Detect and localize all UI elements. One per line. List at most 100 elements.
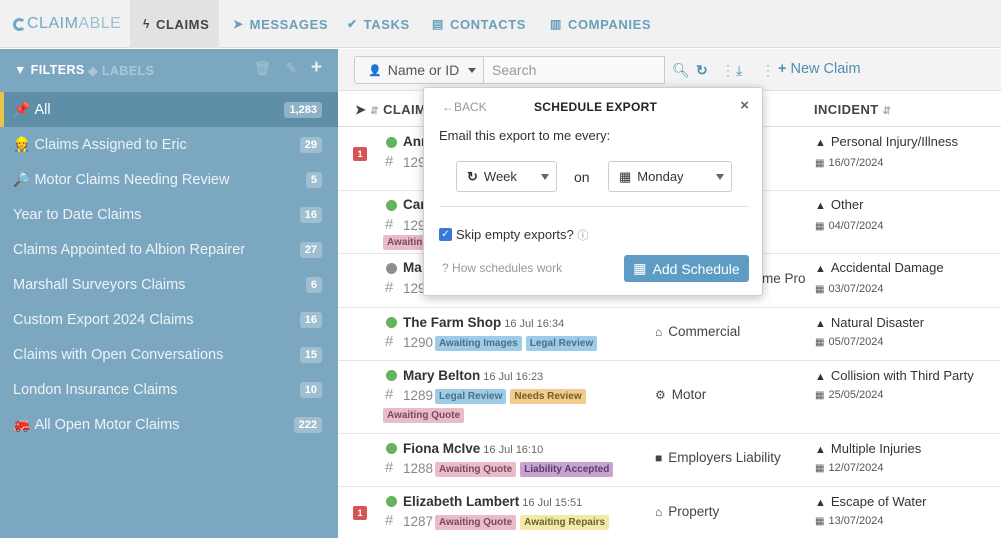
sidebar-item-label: Claims Appointed to Albion Repairer xyxy=(13,241,246,258)
schedule-export-modal: ←BACK SCHEDULE EXPORT × Email this expor… xyxy=(423,87,763,296)
nav-companies[interactable]: ▥ COMPANIES xyxy=(550,0,651,48)
claim-name[interactable]: Ma xyxy=(403,260,422,275)
tag[interactable]: Legal Review xyxy=(435,389,507,404)
tag[interactable]: Awaiting Repairs xyxy=(520,515,610,530)
home-icon: ⌂ xyxy=(655,505,663,519)
nav-contacts[interactable]: ▤ CONTACTS xyxy=(432,0,526,48)
building-icon: ▥ xyxy=(550,17,562,31)
tag-list: Awaiting Images Legal Review xyxy=(435,336,598,351)
alert-badge: 1 xyxy=(353,506,367,520)
search-icon[interactable]: 🔍︎ xyxy=(672,62,690,79)
tag[interactable]: Needs Review xyxy=(510,389,586,404)
sidebar-item-motor-review[interactable]: 🔎 Motor Claims Needing Review 5 xyxy=(0,162,338,197)
kebab-icon[interactable]: ⋮ xyxy=(761,62,775,79)
sidebar-item-open-conversations[interactable]: Claims with Open Conversations 15 xyxy=(0,337,338,372)
claim-type-label: Property xyxy=(668,504,720,519)
nav-tasks[interactable]: ✔ TASKS xyxy=(347,0,410,48)
incident: ▲ Other xyxy=(815,197,863,212)
skip-empty-checkbox[interactable]: ✓ xyxy=(439,228,452,241)
add-filter-icon[interactable]: + xyxy=(311,58,322,77)
logo[interactable]: CLAIM ABLE xyxy=(13,13,121,35)
sidebar-header: ▼ FILTERS ◈ LABELS 🗑 ✎ + xyxy=(0,49,338,91)
tag[interactable]: Liability Accepted xyxy=(520,462,614,477)
new-claim-button[interactable]: + New Claim xyxy=(778,61,861,77)
sidebar-item-albion[interactable]: Claims Appointed to Albion Repairer 27 xyxy=(0,232,338,267)
labels-label: LABELS xyxy=(101,64,155,78)
tag[interactable]: Awaiting Images xyxy=(435,336,522,351)
incident-date-label: 05/07/2024 xyxy=(828,336,884,348)
add-schedule-button[interactable]: ▦ Add Schedule xyxy=(624,255,749,282)
download-icon[interactable]: ⤓ xyxy=(736,62,742,79)
calendar-icon: ▦ xyxy=(815,390,825,401)
filters-tab[interactable]: ▼ FILTERS xyxy=(14,63,85,77)
sidebar-item-ytd[interactable]: Year to Date Claims 16 xyxy=(0,197,338,232)
frequency-select[interactable]: ↻ Week xyxy=(456,161,557,192)
count-badge: 16 xyxy=(299,207,322,223)
claim-time: 16 Jul 15:51 xyxy=(522,497,583,509)
trash-icon[interactable]: 🗑 xyxy=(253,60,271,77)
table-row[interactable]: Fiona McIve 16 Jul 16:10 # 1288 Awaiting … xyxy=(338,434,1001,487)
tag[interactable]: Awaiting Quote xyxy=(435,462,517,477)
question-icon[interactable]: ⓘ xyxy=(577,230,588,242)
nav-label: CONTACTS xyxy=(449,16,527,32)
claim-type-label: Commercial xyxy=(668,324,741,339)
cogs-icon: ⚙ xyxy=(655,388,666,402)
nav-claims[interactable]: ϟ CLAIMS xyxy=(130,0,219,48)
hash-icon: # xyxy=(385,333,394,350)
sidebar-item-eric[interactable]: 👷 Claims Assigned to Eric 29 xyxy=(0,127,338,162)
paper-plane-icon: ➤ xyxy=(233,17,244,31)
back-button[interactable]: ←BACK xyxy=(442,100,487,114)
tag[interactable]: Awaiting Quote xyxy=(435,515,517,530)
home-icon: ⌂ xyxy=(655,325,663,339)
incident-label: Multiple Injuries xyxy=(830,441,922,456)
sidebar-item-marshall[interactable]: Marshall Surveyors Claims 6 xyxy=(0,267,338,302)
incident: ▲ Multiple Injuries xyxy=(815,441,921,456)
search-input[interactable]: Search xyxy=(483,56,665,84)
sidebar-item-custom-export[interactable]: Custom Export 2024 Claims 16 xyxy=(0,302,338,337)
hash-icon: # xyxy=(385,216,394,233)
calendar-icon: ▦ xyxy=(619,168,632,184)
back-label: BACK xyxy=(454,100,487,114)
how-schedules-work-link[interactable]: ? How schedules work xyxy=(442,261,562,275)
claim-name[interactable]: Fiona McIve 16 Jul 16:10 xyxy=(403,441,543,456)
tag[interactable]: Awaitin xyxy=(383,235,427,250)
refresh-icon[interactable]: ↻ xyxy=(696,62,708,79)
search-by-select[interactable]: 👤 Name or ID xyxy=(354,56,484,84)
claim-name[interactable]: Elizabeth Lambert 16 Jul 15:51 xyxy=(403,494,582,509)
col-incident[interactable]: INCIDENT ⇵ xyxy=(814,102,891,117)
kebab-icon[interactable]: ⋮ xyxy=(721,62,735,79)
sidebar-item-london[interactable]: London Insurance Claims 10 xyxy=(0,372,338,407)
nav-messages[interactable]: ➤ MESSAGES xyxy=(233,0,328,48)
day-select[interactable]: ▦ Monday xyxy=(608,161,732,192)
skip-empty-label[interactable]: Skip empty exports? ⓘ xyxy=(456,227,588,243)
incident-label: Collision with Third Party xyxy=(830,368,974,383)
col-incident-label: INCIDENT xyxy=(814,102,879,117)
nav-label: CLAIMS xyxy=(155,16,210,32)
col-claim[interactable]: ➤ ⇵ CLAIM xyxy=(355,102,426,118)
sidebar-item-label: All xyxy=(34,101,51,118)
close-icon[interactable]: × xyxy=(740,97,749,114)
table-row[interactable]: The Farm Shop 16 Jul 16:34 # 1290 Awaitin… xyxy=(338,308,1001,361)
claim-name[interactable]: The Farm Shop 16 Jul 16:34 xyxy=(403,315,564,330)
skip-empty-text: Skip empty exports? xyxy=(456,227,574,242)
status-dot xyxy=(386,370,397,381)
incident-date: ▦ 04/07/2024 xyxy=(815,220,884,232)
caret-down-icon xyxy=(716,174,724,180)
incident: ▲ Escape of Water xyxy=(815,494,927,509)
logo-icon xyxy=(13,17,26,31)
labels-tab[interactable]: ◈ LABELS xyxy=(88,63,154,78)
count-badge: 222 xyxy=(293,417,322,433)
incident-label: Natural Disaster xyxy=(830,315,925,330)
tag[interactable]: Awaiting Quote xyxy=(383,408,465,423)
sidebar-item-open-motor[interactable]: 🚒 All Open Motor Claims 222 xyxy=(0,407,338,442)
tag[interactable]: Legal Review xyxy=(525,336,598,351)
claim-name[interactable]: Mary Belton 16 Jul 16:23 xyxy=(403,368,543,383)
table-row[interactable]: 1 Elizabeth Lambert 16 Jul 15:51 # 1287 A… xyxy=(338,487,1001,538)
user-icon: 👤 xyxy=(368,64,382,77)
sidebar-item-all[interactable]: 📌 All 1,283 xyxy=(0,92,338,127)
frequency-value: Week xyxy=(483,169,517,184)
claim-time: 16 Jul 16:23 xyxy=(483,371,544,383)
pencil-icon[interactable]: ✎ xyxy=(285,60,297,77)
claim-type: ⌂ Property xyxy=(655,504,719,519)
table-row[interactable]: Mary Belton 16 Jul 16:23 # 1289 Legal Rev… xyxy=(338,361,1001,434)
